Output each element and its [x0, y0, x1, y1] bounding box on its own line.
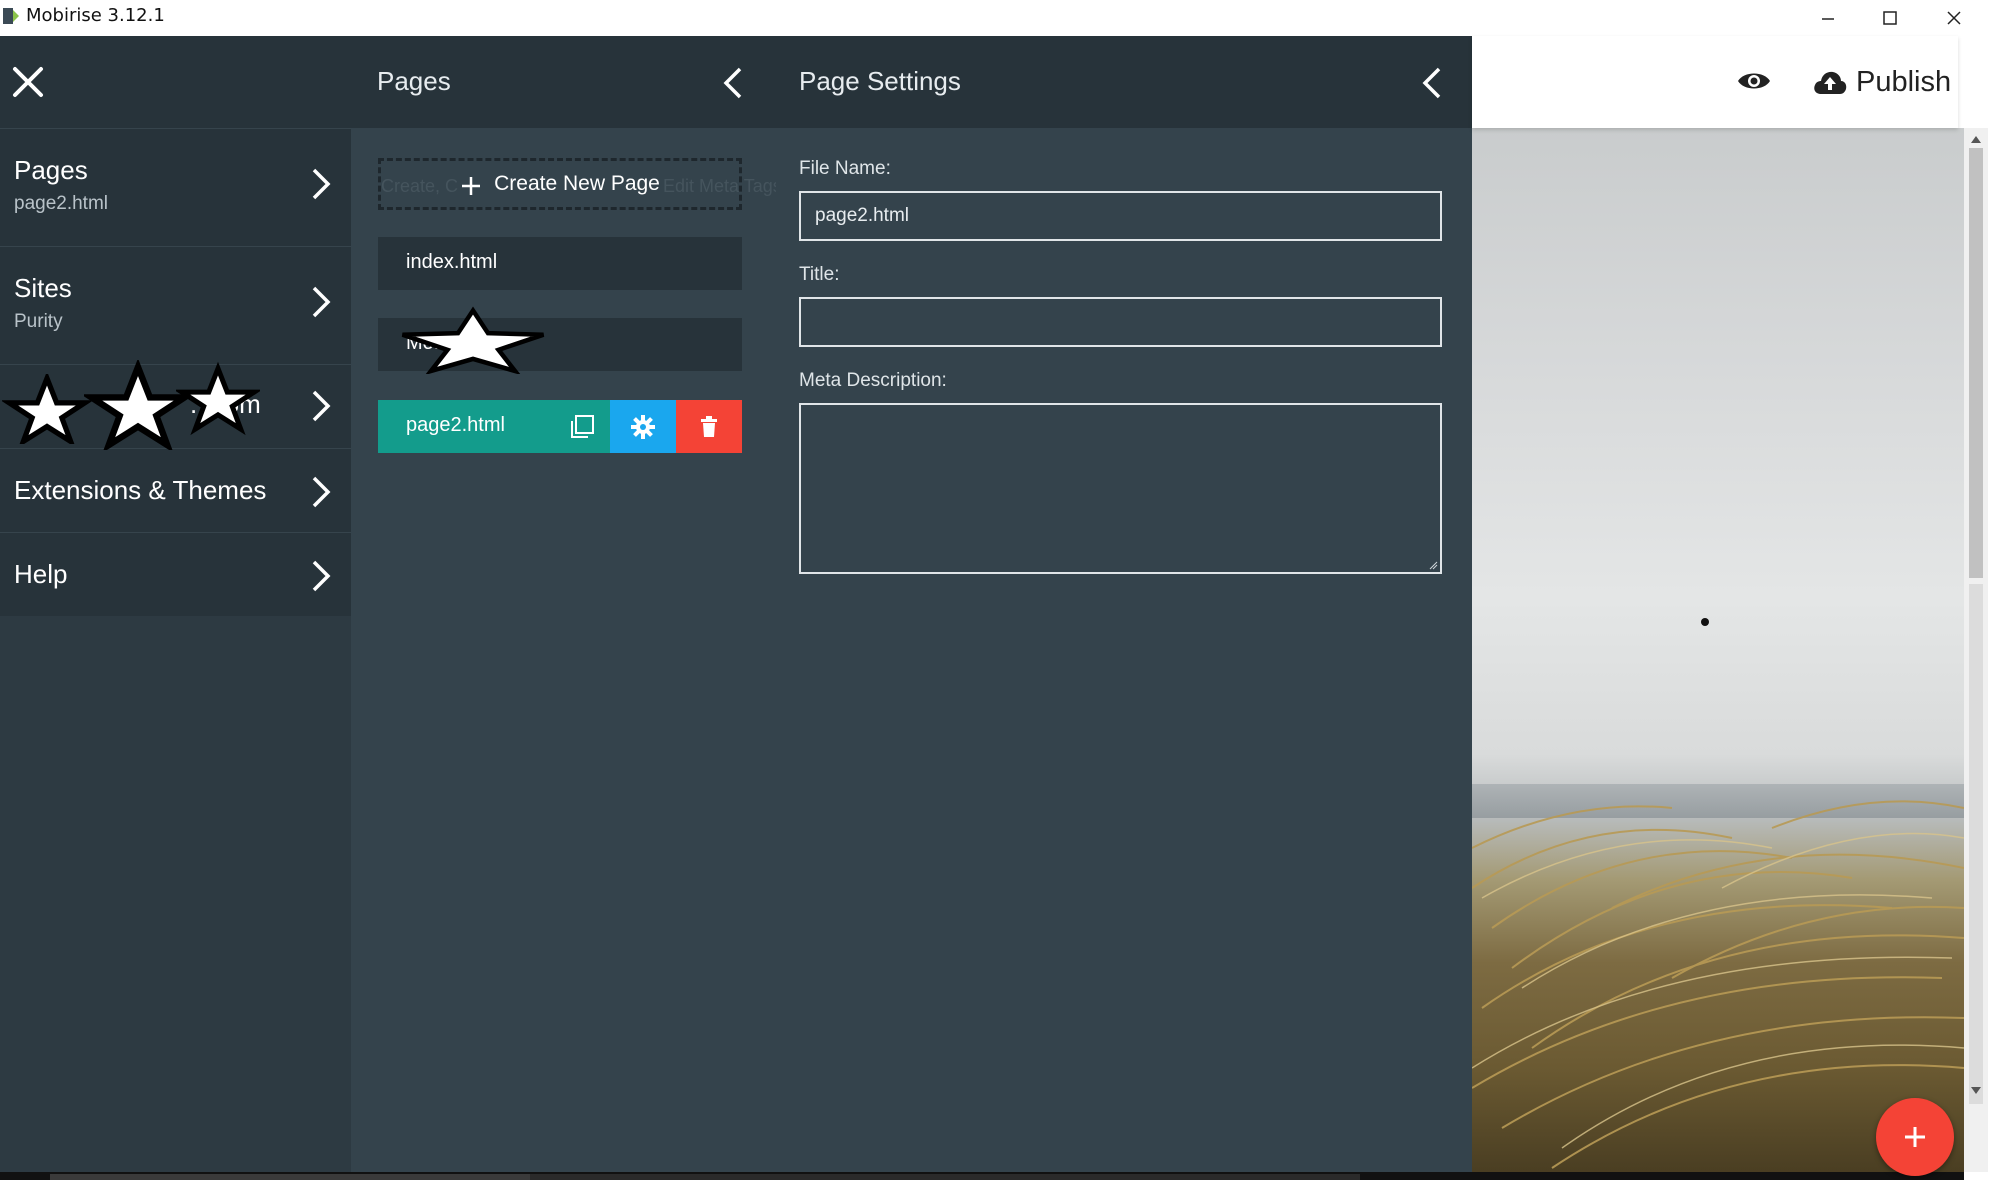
menu-header: [0, 36, 351, 128]
preview-scrollbar[interactable]: [1964, 128, 1988, 1172]
file-name-label: File Name:: [799, 158, 891, 179]
minimize-button[interactable]: [1798, 0, 1858, 36]
chevron-right-icon: [312, 168, 331, 200]
meta-description-field[interactable]: [799, 403, 1442, 574]
create-new-page-label: Create New Page: [494, 172, 660, 195]
menu-item-extensions[interactable]: Extensions & Themes: [0, 448, 351, 532]
page-settings-panel: Page Settings File Name: page2.html Titl…: [776, 36, 1472, 1180]
page-settings-title: Page Settings: [799, 66, 961, 96]
menu-item-label: Pages: [14, 155, 88, 185]
menu-item-sub: Purity: [14, 311, 63, 332]
meta-description-label: Meta Description:: [799, 370, 947, 391]
maximize-button[interactable]: [1860, 0, 1920, 36]
create-new-page-button[interactable]: Create New Page: [378, 158, 742, 210]
menu-item-pages[interactable]: Pages page2.html: [0, 128, 351, 246]
menu-item-label: Help: [14, 559, 68, 589]
bottom-strip-segment: [50, 1174, 530, 1180]
gear-icon: [631, 414, 655, 439]
chevron-left-icon[interactable]: [723, 66, 743, 100]
page-preview-image: [1472, 128, 1964, 1172]
window-titlebar: Mobirise 3.12.1: [0, 0, 2000, 36]
resize-grip-icon[interactable]: [1428, 560, 1438, 570]
app-logo-icon: [3, 8, 19, 24]
page-item-name: page2.html: [406, 414, 505, 436]
menu-item-sites[interactable]: Sites Purity: [0, 246, 351, 364]
preview-bird: [1701, 618, 1709, 626]
trash-icon: [701, 415, 717, 437]
cloud-upload-icon: [1814, 71, 1847, 94]
title-field[interactable]: [799, 297, 1442, 347]
delete-page-button[interactable]: [676, 400, 742, 453]
star-redaction-icon: [2, 374, 92, 444]
pages-panel: Pages Create, C Edit Meta Tags Create Ne…: [351, 36, 782, 1180]
maximize-icon: [1883, 11, 1897, 25]
pages-panel-header: Pages: [351, 36, 776, 128]
add-block-button[interactable]: [1876, 1098, 1954, 1176]
scroll-track: [1969, 584, 1983, 1104]
plus-icon: [1905, 1127, 1925, 1147]
page-settings-button[interactable]: [610, 400, 676, 453]
page-item-page2[interactable]: page2.html: [378, 400, 742, 453]
scroll-thumb[interactable]: [1969, 148, 1983, 578]
minimize-icon: [1822, 18, 1834, 20]
close-menu-icon[interactable]: [12, 66, 44, 98]
bottom-scroll-strip: [0, 1172, 1964, 1180]
star-redaction-icon: [176, 361, 260, 436]
menu-item-help[interactable]: Help: [0, 532, 351, 616]
title-label: Title:: [799, 264, 840, 285]
star-redaction-icon: [401, 306, 545, 374]
preview-toolbar: Publish: [1472, 36, 1958, 128]
scroll-up-icon[interactable]: [1970, 134, 1982, 144]
chevron-left-icon[interactable]: [1422, 66, 1442, 100]
publish-button[interactable]: Publish: [1812, 62, 1951, 102]
page-item-index[interactable]: index.html: [378, 237, 742, 290]
menu-item-label: Sites: [14, 273, 72, 303]
duplicate-page-button[interactable]: [554, 400, 610, 453]
bottom-strip-segment: [530, 1174, 1360, 1180]
menu-item-sub: page2.html: [14, 193, 109, 214]
chevron-right-icon: [312, 476, 331, 508]
window-title: Mobirise 3.12.1: [26, 5, 165, 26]
plus-icon: [462, 177, 481, 195]
file-name-field[interactable]: page2.html: [799, 191, 1442, 241]
eye-icon[interactable]: [1736, 66, 1772, 96]
pages-panel-title: Pages: [377, 66, 451, 96]
page-item-name: index.html: [406, 251, 498, 273]
chevron-right-icon: [312, 390, 331, 422]
page-settings-header: Page Settings: [776, 36, 1472, 128]
chevron-right-icon: [312, 286, 331, 318]
close-icon: [1947, 11, 1961, 25]
publish-label: Publish: [1856, 65, 1952, 98]
main-menu: Pages page2.html Sites Purity ...com Ext…: [0, 36, 351, 1180]
duplicate-icon: [571, 414, 594, 438]
scroll-down-icon[interactable]: [1970, 1086, 1982, 1096]
close-window-button[interactable]: [1924, 0, 1984, 36]
menu-item-label: Extensions & Themes: [14, 475, 267, 505]
chevron-right-icon: [312, 560, 331, 592]
